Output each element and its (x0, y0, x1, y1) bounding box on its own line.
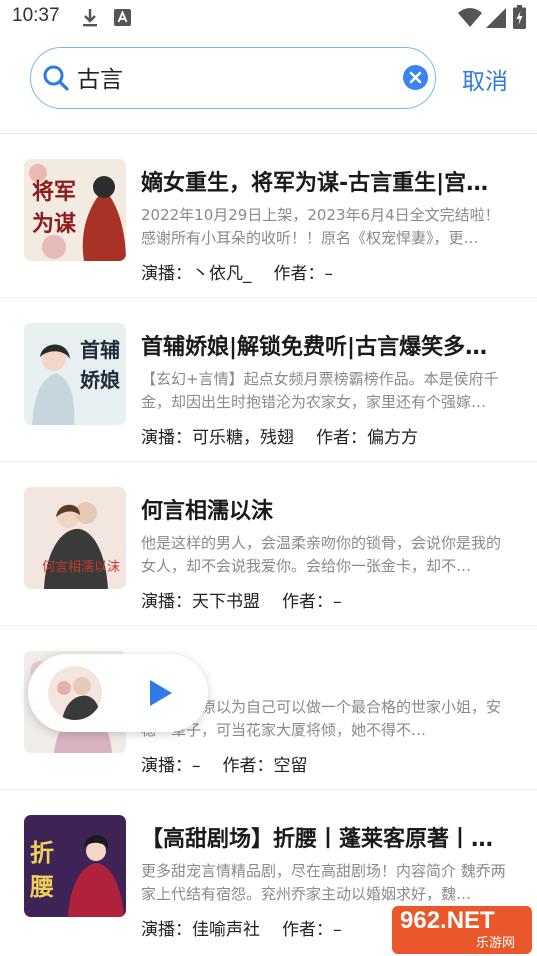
watermark-sub: 乐游网 (476, 936, 516, 951)
list-item[interactable]: 将军 为谋 嫡女重生，将军为谋-古言重生|宫… 2022年10月29日上架，20… (0, 134, 537, 298)
search-icon (43, 65, 69, 91)
author-label: 作者： (282, 920, 333, 940)
author-label: 作者： (273, 264, 325, 284)
result-list: 将军 为谋 嫡女重生，将军为谋-古言重生|宫… 2022年10月29日上架，20… (0, 134, 537, 954)
book-meta: 演播：可乐糖，残翅 作者：偏方方 (141, 423, 418, 448)
book-cover: 首辅 娇娘 (24, 323, 126, 425)
book-description: 2022年10月29日上架，2023年6月4日全文完结啦！感谢所有小耳朵的收听！… (141, 206, 500, 247)
clear-icon[interactable] (403, 65, 428, 90)
status-time: 10:37 (12, 5, 60, 26)
list-item[interactable]: 首辅 娇娘 首辅娇娘|解锁免费听|古言爆笑多… 【玄幻+言情】起点女频月票榜霸榜… (0, 298, 537, 462)
cover-title: 娇娘 (80, 368, 120, 392)
book-description: 更多甜宠言情精品剧，尽在高甜剧场！内容简介 魏乔两家上代结有宿怨。兖州乔家主动以… (141, 862, 506, 903)
cover-title: 折 (30, 838, 54, 867)
narrator-name: 天下书盟 (192, 592, 260, 612)
book-description: 他是这样的男人，会温柔亲吻你的锁骨，会说你是我的女人，却不会说我爱你。会给你一张… (141, 534, 502, 575)
book-cover: 折 腰 (24, 815, 126, 917)
narrator-label: 演播： (141, 920, 192, 940)
cover-title: 为谋 (32, 211, 77, 237)
narrator-label: 演播： (141, 428, 192, 448)
cover-title: 首辅 (80, 338, 120, 362)
book-meta: 演播：– 作者：空留 (141, 751, 308, 776)
mini-player[interactable] (28, 654, 208, 732)
book-title: 何言相濡以沫 (141, 499, 274, 524)
mini-player-cover[interactable] (48, 666, 102, 720)
signal-icon (486, 8, 506, 28)
book-meta: 演播：佳喻声社 作者：– (141, 915, 342, 940)
narrator-name: 佳喻声社 (192, 920, 260, 940)
download-icon (83, 9, 97, 27)
status-bar: 10:37 (0, 0, 537, 36)
list-item[interactable]: 何言相濡以沫 何言相濡以沫 他是这样的男人，会温柔亲吻你的锁骨，会说你是我的女人… (0, 462, 537, 626)
author-name: – (324, 264, 334, 284)
play-icon[interactable] (146, 678, 174, 708)
wifi-icon (458, 8, 482, 27)
cover-title: 腰 (29, 872, 54, 901)
search-input[interactable] (77, 60, 387, 94)
narrator-name: – (192, 756, 201, 776)
cover-title: 何言相濡以沫 (42, 559, 120, 575)
book-description: 【玄幻+言情】起点女频月票榜霸榜作品。本是侯府千金，却因出生时抱错沦为农家女，家… (141, 370, 499, 411)
watermark-logo: 962.NET 乐游网 (392, 906, 532, 954)
narrator-name: 丶依凡_ (192, 264, 252, 284)
book-meta: 演播：天下书盟 作者：– (141, 587, 342, 612)
author-name: – (333, 920, 342, 940)
cover-title: 将军 (32, 179, 76, 205)
battery-charging-icon (513, 5, 526, 29)
narrator-label: 演播： (141, 756, 192, 776)
author-name: 偏方方 (367, 428, 418, 448)
search-bar: 取消 (0, 44, 537, 114)
book-meta: 演播：丶依凡_ 作者：– (141, 259, 333, 284)
author-name: 空留 (273, 756, 308, 776)
book-cover: 将军 为谋 (24, 159, 126, 261)
author-label: 作者： (316, 428, 367, 448)
narrator-label: 演播： (141, 592, 192, 612)
author-name: – (333, 592, 342, 612)
book-title: 首辅娇娘|解锁免费听|古言爆笑多… (141, 335, 488, 360)
book-cover: 何言相濡以沫 (24, 487, 126, 589)
author-label: 作者： (282, 592, 333, 612)
book-title: 嫡女重生，将军为谋-古言重生|宫… (141, 171, 489, 196)
author-label: 作者： (222, 756, 274, 776)
book-title: 【高甜剧场】折腰丨蓬莱客原著丨… (141, 827, 494, 852)
watermark-main: 962.NET (400, 907, 495, 934)
keyboard-a-icon (114, 9, 131, 26)
narrator-name: 可乐糖，残翅 (192, 428, 294, 448)
narrator-label: 演播： (141, 264, 192, 284)
search-box[interactable] (30, 47, 436, 109)
cancel-button[interactable]: 取消 (462, 62, 508, 96)
